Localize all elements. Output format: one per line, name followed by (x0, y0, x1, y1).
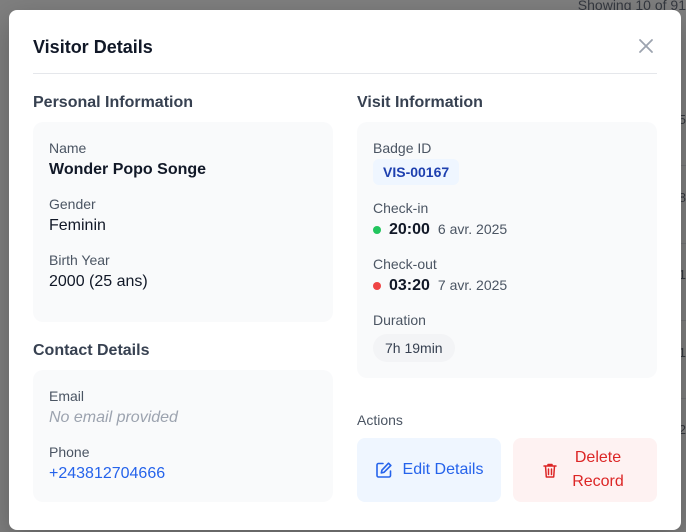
trash-icon (543, 463, 557, 478)
checkin-label: Check-in (373, 200, 429, 216)
name-value: Wonder Popo Songe (49, 161, 207, 178)
checkout-row: 03:20 7 avr. 2025 (373, 277, 507, 295)
checkin-date: 6 avr. 2025 (437, 221, 508, 237)
phone-label: Phone (49, 444, 90, 460)
delete-record-label: Delete Record (572, 449, 624, 490)
email-label: Email (49, 388, 85, 404)
modal-header: Visitor Details (33, 10, 657, 74)
personal-info-card: Name Wonder Popo Songe Gender Feminin Bi… (33, 122, 333, 322)
duration-value: 7h 19min (373, 334, 455, 362)
checkin-row: 20:00 6 avr. 2025 (373, 221, 507, 239)
checkin-status-dot (373, 226, 381, 234)
checkout-label: Check-out (373, 256, 437, 272)
phone-link[interactable]: +243812704666 (49, 465, 165, 483)
contact-details-heading: Contact Details (33, 342, 150, 359)
actions-label: Actions (357, 412, 403, 428)
edit-details-button[interactable]: Edit Details (357, 438, 501, 502)
email-value: No email provided (49, 409, 178, 426)
contact-details-card: Email No email provided Phone +243812704… (33, 370, 333, 502)
edit-icon (375, 462, 392, 478)
delete-record-button[interactable]: Delete Record (513, 438, 657, 502)
checkout-date: 7 avr. 2025 (437, 277, 508, 293)
visitor-details-modal: Visitor Details Personal Information Nam… (9, 10, 681, 530)
birth-year-label: Birth Year (49, 252, 110, 268)
gender-label: Gender (49, 196, 96, 212)
gender-value: Feminin (49, 217, 106, 234)
edit-details-label: Edit Details (402, 461, 484, 478)
badge-id-value: VIS-00167 (373, 159, 460, 185)
birth-year-value: 2000 (25 ans) (49, 273, 148, 290)
checkout-time: 03:20 (389, 277, 430, 294)
checkout-status-dot (373, 282, 381, 290)
visit-info-card: Badge ID VIS-00167 Check-in 20:00 6 avr.… (357, 122, 657, 378)
duration-label: Duration (373, 312, 426, 328)
checkin-time: 20:00 (389, 221, 430, 238)
close-icon (639, 39, 653, 53)
close-button[interactable] (637, 37, 655, 55)
personal-info-heading: Personal Information (33, 94, 194, 111)
badge-id-label: Badge ID (373, 140, 432, 156)
name-label: Name (49, 140, 87, 156)
modal-title: Visitor Details (33, 37, 153, 57)
visit-info-heading: Visit Information (357, 94, 483, 111)
